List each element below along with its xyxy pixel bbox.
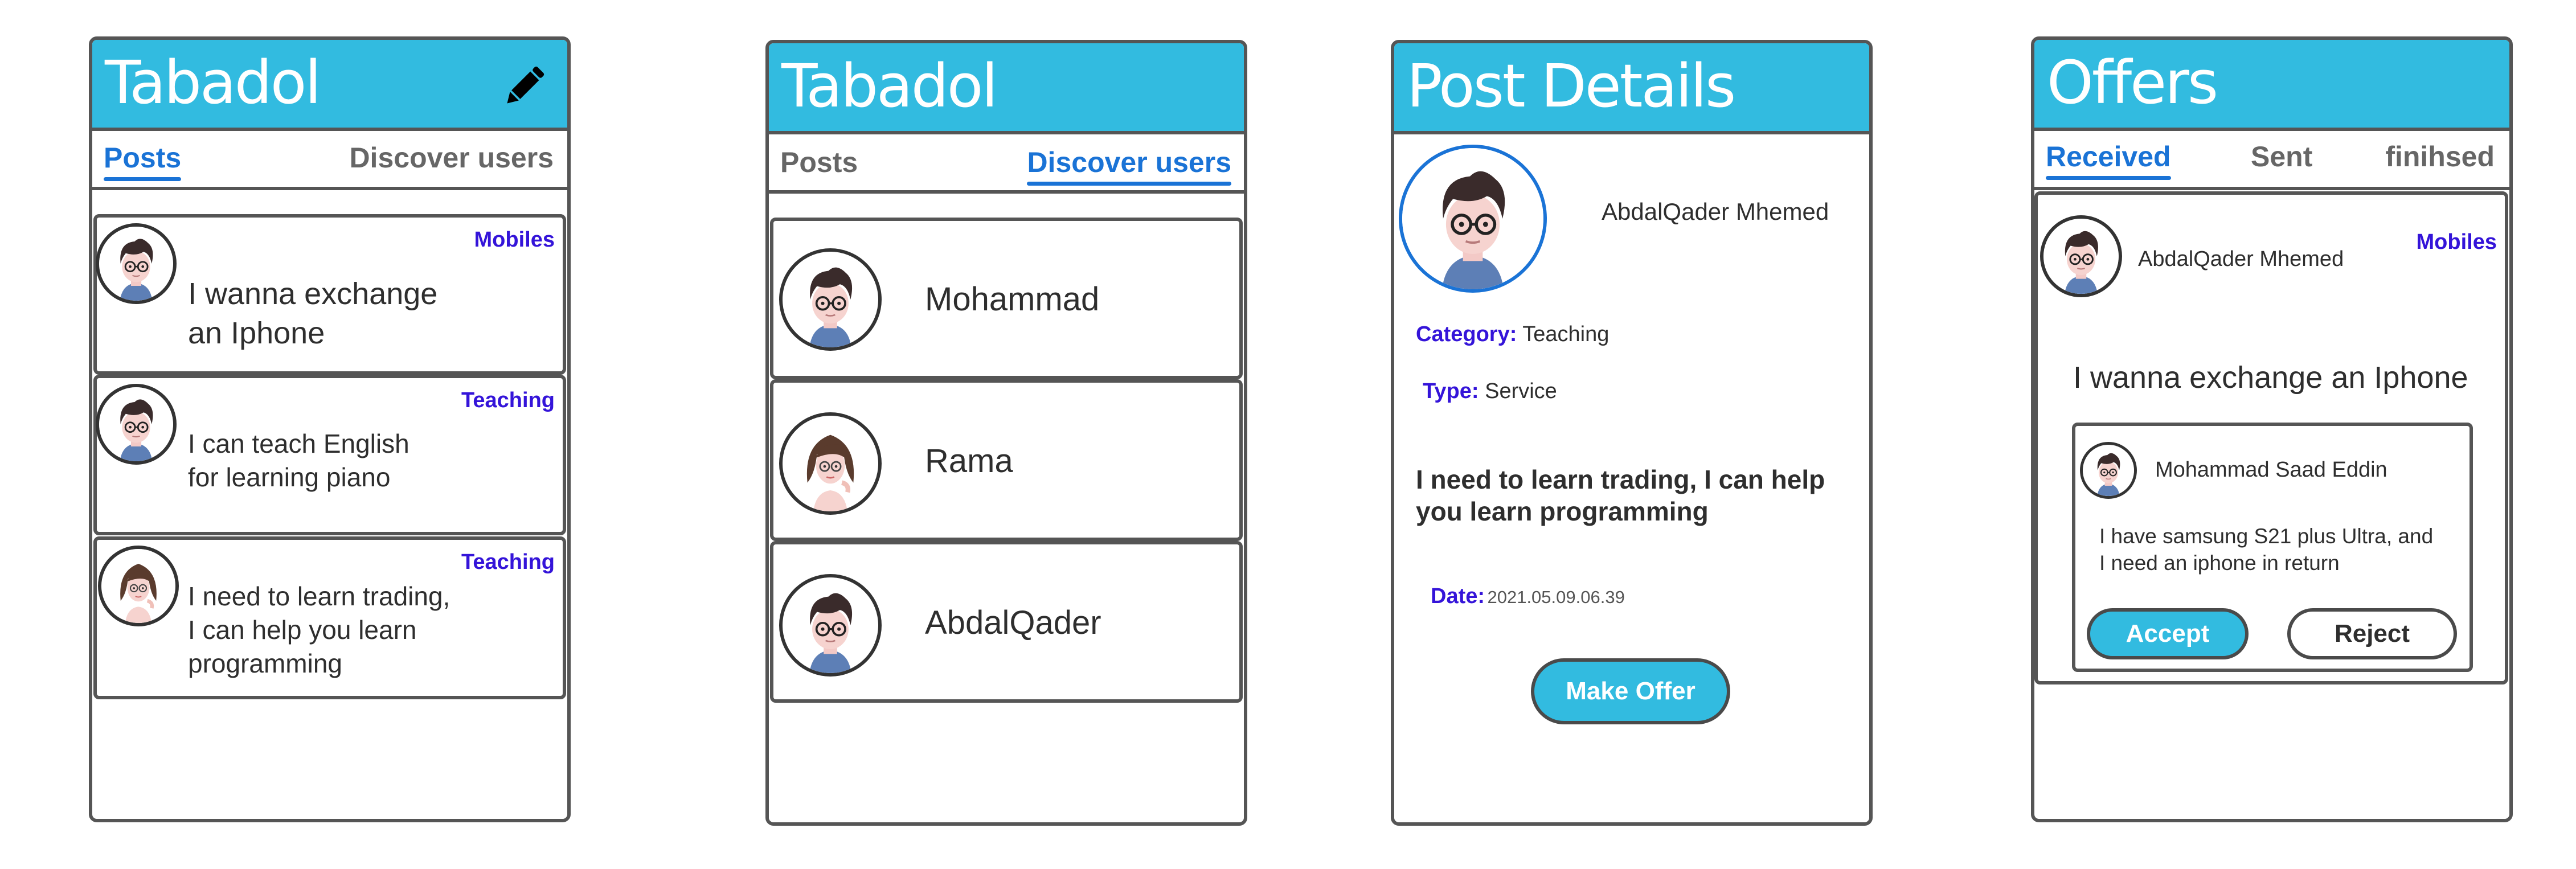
male-avatar-icon	[96, 384, 177, 465]
user-name: Mohammad	[925, 281, 1100, 318]
offer-text: I have samsung S21 plus Ultra, and I nee…	[2099, 523, 2433, 577]
male-avatar-icon	[779, 574, 882, 677]
app-title: Tabadol	[105, 48, 321, 117]
app-header: Tabadol	[92, 40, 567, 131]
post-text-line: I wanna exchange	[188, 277, 438, 311]
post-text: I wanna exchange an Iphone	[188, 274, 437, 353]
post-text-line: I can help you learn	[188, 614, 417, 645]
post-text: I wanna exchange an Iphone	[2073, 360, 2468, 395]
post-card[interactable]: Teaching I can teach English for learnin…	[93, 375, 566, 535]
category-label: Category:	[1416, 322, 1517, 346]
type-label: Type:	[1423, 379, 1479, 403]
male-avatar-icon	[96, 223, 177, 304]
offer-card: Mohammad Saad Eddin I have samsung S21 p…	[2072, 423, 2473, 672]
female-avatar-icon	[98, 546, 179, 626]
tab-posts[interactable]: Posts	[780, 146, 858, 179]
type-value: Service	[1485, 379, 1557, 403]
post-category: Mobiles	[2416, 230, 2497, 254]
male-avatar-icon	[2080, 442, 2137, 499]
post-category: Teaching	[461, 388, 555, 412]
discover-screen: Tabadol Posts Discover users Mohammad Ra…	[765, 40, 1247, 826]
user-card[interactable]: Mohammad	[770, 218, 1243, 379]
post-category: Teaching	[461, 550, 555, 574]
female-avatar-icon	[779, 412, 882, 515]
page-title: Offers	[2047, 48, 2218, 117]
post-text-line: for learning piano	[188, 462, 391, 492]
tab-received[interactable]: Received	[2046, 140, 2171, 180]
tab-finished[interactable]: finihsed	[2385, 140, 2495, 173]
category-value: Teaching	[1522, 322, 1610, 346]
offers-screen: Offers Received Sent finihsed AbdalQader…	[2031, 36, 2513, 822]
post-text: I can teach English for learning piano	[188, 427, 409, 494]
tab-bar: Posts Discover users	[769, 134, 1244, 194]
tab-sent[interactable]: Sent	[2251, 140, 2312, 173]
user-card[interactable]: AbdalQader	[770, 541, 1243, 703]
post-body-line: you learn programming	[1416, 497, 1709, 527]
page-title: Post Details	[1407, 51, 1736, 121]
category-row: Category: Teaching	[1416, 322, 1609, 347]
post-text-line: I need to learn trading,	[188, 581, 451, 611]
tab-bar: Received Sent finihsed	[2034, 131, 2509, 190]
reject-button[interactable]: Reject	[2287, 608, 2457, 659]
date-value: 2021.05.09.06.39	[1487, 587, 1625, 607]
post-text-line: programming	[188, 648, 342, 678]
date-row: Date: 2021.05.09.06.39	[1431, 584, 1625, 609]
post-author: AbdalQader Mhemed	[2138, 247, 2344, 271]
male-avatar-icon	[1399, 145, 1547, 293]
make-offer-button[interactable]: Make Offer	[1531, 658, 1730, 724]
post-text-line: an Iphone	[188, 316, 325, 351]
type-row: Type: Service	[1423, 379, 1557, 404]
offer-text-line: I have samsung S21 plus Ultra, and	[2099, 524, 2434, 548]
male-avatar-icon	[779, 248, 882, 351]
offer-text-line: I need an iphone in return	[2099, 551, 2340, 575]
post-card[interactable]: Teaching I need to learn trading, I can …	[93, 536, 566, 699]
user-card[interactable]: Rama	[770, 379, 1243, 541]
app-header: Offers	[2034, 40, 2509, 131]
post-text-line: I can teach English	[188, 429, 409, 458]
offer-author: Mohammad Saad Eddin	[2155, 458, 2387, 482]
tab-discover-users[interactable]: Discover users	[1027, 146, 1231, 186]
post-body-line: I need to learn trading, I can help	[1416, 465, 1825, 494]
user-name: Rama	[925, 442, 1013, 479]
author-name: AbdalQader Mhemed	[1602, 198, 1829, 225]
post-text: I need to learn trading, I can help you …	[188, 580, 450, 681]
tab-discover-users[interactable]: Discover users	[349, 141, 554, 174]
received-post-card: AbdalQader Mhemed Mobiles I wanna exchan…	[2034, 191, 2508, 684]
app-title: Tabadol	[781, 51, 998, 121]
tab-bar: Posts Discover users	[92, 131, 567, 190]
tab-posts[interactable]: Posts	[104, 141, 182, 181]
app-header: Post Details	[1394, 43, 1869, 134]
post-category: Mobiles	[474, 228, 555, 252]
post-card[interactable]: Mobiles I wanna exchange an Iphone	[93, 214, 566, 375]
date-label: Date:	[1431, 584, 1485, 608]
user-name: AbdalQader	[925, 604, 1101, 641]
accept-button[interactable]: Accept	[2087, 608, 2249, 659]
feed-screen: Tabadol Posts Discover users Mobiles I w…	[89, 36, 571, 822]
post-body: I need to learn trading, I can help you …	[1416, 464, 1825, 527]
post-details-screen: Post Details AbdalQader Mhemed Category:…	[1391, 40, 1873, 826]
male-avatar-icon	[2040, 215, 2122, 297]
pencil-icon[interactable]	[499, 60, 550, 112]
app-header: Tabadol	[769, 43, 1244, 134]
